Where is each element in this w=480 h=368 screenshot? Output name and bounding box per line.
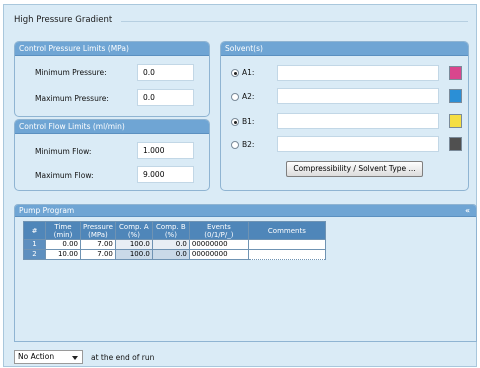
solvent-a2-radio[interactable]	[231, 93, 239, 101]
cell-comp-b[interactable]: 0.0	[151, 249, 190, 260]
min-pressure-input[interactable]: 0.0	[137, 64, 194, 81]
cell-events[interactable]: 00000000	[188, 249, 249, 260]
group-title: High Pressure Gradient	[14, 15, 113, 25]
table-row[interactable]: 2 10.00 7.00 100.0 0.0 00000000	[23, 249, 326, 260]
cell-comp-a[interactable]: 100.0	[114, 249, 153, 260]
min-flow-input[interactable]: 1.000	[137, 142, 194, 159]
col-header-num[interactable]: #	[23, 221, 46, 240]
cell-comp-b[interactable]: 0.0	[151, 239, 190, 250]
col-header-comments[interactable]: Comments	[247, 221, 326, 240]
solvent-a1-color-swatch[interactable]	[449, 66, 462, 80]
solvent-b1-color-swatch[interactable]	[449, 114, 462, 128]
cell-comp-a[interactable]: 100.0	[114, 239, 153, 250]
compressibility-solvent-type-button[interactable]: Compressibility / Solvent Type ...	[286, 161, 423, 177]
cell-pressure[interactable]: 7.00	[80, 239, 116, 250]
solvent-a2-color-swatch[interactable]	[449, 89, 462, 103]
solvent-a1-label: A1:	[242, 68, 255, 77]
solvent-a2-label: A2:	[242, 92, 255, 101]
cell-comments[interactable]	[247, 249, 326, 260]
col-header-time[interactable]: Time (min)	[45, 221, 81, 240]
chevron-down-icon	[72, 356, 78, 360]
solvent-b1-input[interactable]	[277, 113, 439, 129]
pressure-limits-panel: Control Pressure Limits (MPa) Minimum Pr…	[14, 41, 210, 117]
cell-time[interactable]: 0.00	[45, 239, 81, 250]
solvent-b2-label: B2:	[242, 140, 255, 149]
col-header-pressure[interactable]: Pressure (MPa)	[80, 221, 116, 240]
row-number[interactable]: 1	[23, 239, 46, 250]
solvents-panel: Solvent(s) A1: A2: B1: B2: Compressibili…	[220, 41, 469, 191]
max-pressure-input[interactable]: 0.0	[137, 89, 194, 106]
min-flow-label: Minimum Flow:	[35, 147, 92, 156]
end-action-suffix: at the end of run	[91, 353, 155, 362]
pump-program-table: # Time (min) Pressure (MPa) Comp. A (%) Com…	[23, 221, 326, 260]
solvent-b1-label: B1:	[242, 117, 255, 126]
solvent-a2-input[interactable]	[277, 88, 439, 104]
solvent-b2-color-swatch[interactable]	[449, 137, 462, 151]
col-header-events[interactable]: Events (0/1/P/_)	[188, 221, 249, 240]
max-flow-input[interactable]: 9.000	[137, 166, 194, 183]
col-header-comp-b[interactable]: Comp. B (%)	[151, 221, 190, 240]
cell-events[interactable]: 00000000	[188, 239, 249, 250]
pump-program-header: Pump Program «	[15, 205, 476, 217]
col-header-comp-a[interactable]: Comp. A (%)	[114, 221, 153, 240]
pump-program-title: Pump Program	[19, 206, 75, 215]
solvents-header: Solvent(s)	[221, 42, 468, 56]
cell-time[interactable]: 10.00	[45, 249, 81, 260]
solvent-a1-radio[interactable]	[231, 69, 239, 77]
solvent-b2-input[interactable]	[277, 136, 439, 152]
group-title-rule	[121, 21, 468, 22]
solvent-b2-radio[interactable]	[231, 141, 239, 149]
solvent-a1-input[interactable]	[277, 65, 439, 81]
flow-limits-panel: Control Flow Limits (ml/min) Minimum Flo…	[14, 119, 210, 191]
cell-pressure[interactable]: 7.00	[80, 249, 116, 260]
row-number[interactable]: 2	[23, 249, 46, 260]
collapse-icon[interactable]: «	[465, 205, 470, 217]
pressure-limits-header: Control Pressure Limits (MPa)	[15, 42, 209, 56]
max-pressure-label: Maximum Pressure:	[35, 94, 109, 103]
min-pressure-label: Minimum Pressure:	[35, 68, 107, 77]
end-action-dropdown[interactable]: No Action	[14, 350, 83, 364]
flow-limits-header: Control Flow Limits (ml/min)	[15, 120, 209, 134]
end-action-selected: No Action	[18, 352, 55, 361]
pump-program-panel: Pump Program « # Time (min) Pressure (MPa)…	[14, 204, 477, 342]
cell-comments[interactable]	[247, 239, 326, 250]
solvent-b1-radio[interactable]	[231, 118, 239, 126]
table-row[interactable]: 1 0.00 7.00 100.0 0.0 00000000	[23, 239, 326, 250]
max-flow-label: Maximum Flow:	[35, 171, 94, 180]
